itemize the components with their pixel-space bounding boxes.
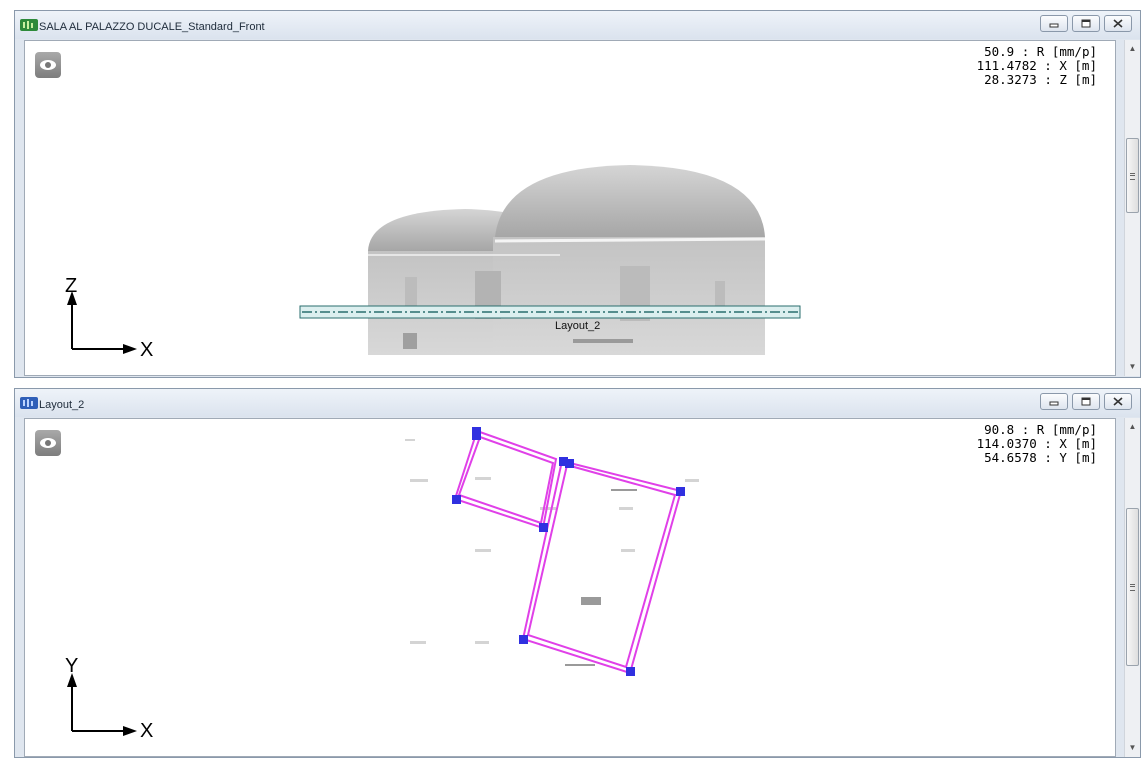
restore-button[interactable] [1072,393,1100,410]
window-title: Layout_2 [39,399,85,411]
axis-label-horizontal: X [140,720,154,742]
section-label: Layout_2 [555,320,601,332]
axis-label-vertical: Z [65,275,78,297]
close-icon [1113,19,1123,28]
restore-icon [1081,397,1091,406]
restore-button[interactable] [1072,15,1100,32]
window-controls [1040,393,1132,410]
app-icon [20,19,38,31]
window-title: SALA AL PALAZZO DUCALE_Standard_Front [39,21,265,33]
scroll-down-icon[interactable]: ▼ [1125,360,1140,374]
scroll-up-icon[interactable]: ▲ [1125,42,1140,56]
front-view-window: SALA AL PALAZZO DUCALE_Standard_Front 50… [14,10,1141,378]
front-scrollbar[interactable]: ▲ ▼ [1124,40,1140,376]
scroll-up-icon[interactable]: ▲ [1125,420,1140,434]
minimize-icon [1049,401,1059,406]
layout-outline[interactable] [25,419,1116,757]
plan-scrollbar[interactable]: ▲ ▼ [1124,418,1140,757]
front-viewport[interactable]: 50.9 : R [mm/p] 111.4782 : X [m] 28.3273… [24,40,1116,376]
minimize-button[interactable] [1040,15,1068,32]
axis-label-horizontal: X [140,339,154,361]
close-button[interactable] [1104,393,1132,410]
scroll-thumb[interactable] [1126,508,1139,666]
scroll-thumb[interactable] [1126,138,1139,213]
plan-view-window: Layout_2 90.8 : R [mm/p] 114.0370 : X [m… [14,388,1141,758]
axis-label-vertical: Y [65,655,79,677]
minimize-button[interactable] [1040,393,1068,410]
window-controls [1040,15,1132,32]
close-button[interactable] [1104,15,1132,32]
close-icon [1113,397,1123,406]
scroll-down-icon[interactable]: ▼ [1125,741,1140,755]
front-view-titlebar[interactable]: SALA AL PALAZZO DUCALE_Standard_Front [15,11,1140,39]
app-icon [20,397,38,409]
restore-icon [1081,19,1091,28]
plan-view-titlebar[interactable]: Layout_2 [15,389,1140,417]
minimize-icon [1049,23,1059,28]
plan-viewport[interactable]: 90.8 : R [mm/p] 114.0370 : X [m] 54.6578… [24,418,1116,757]
